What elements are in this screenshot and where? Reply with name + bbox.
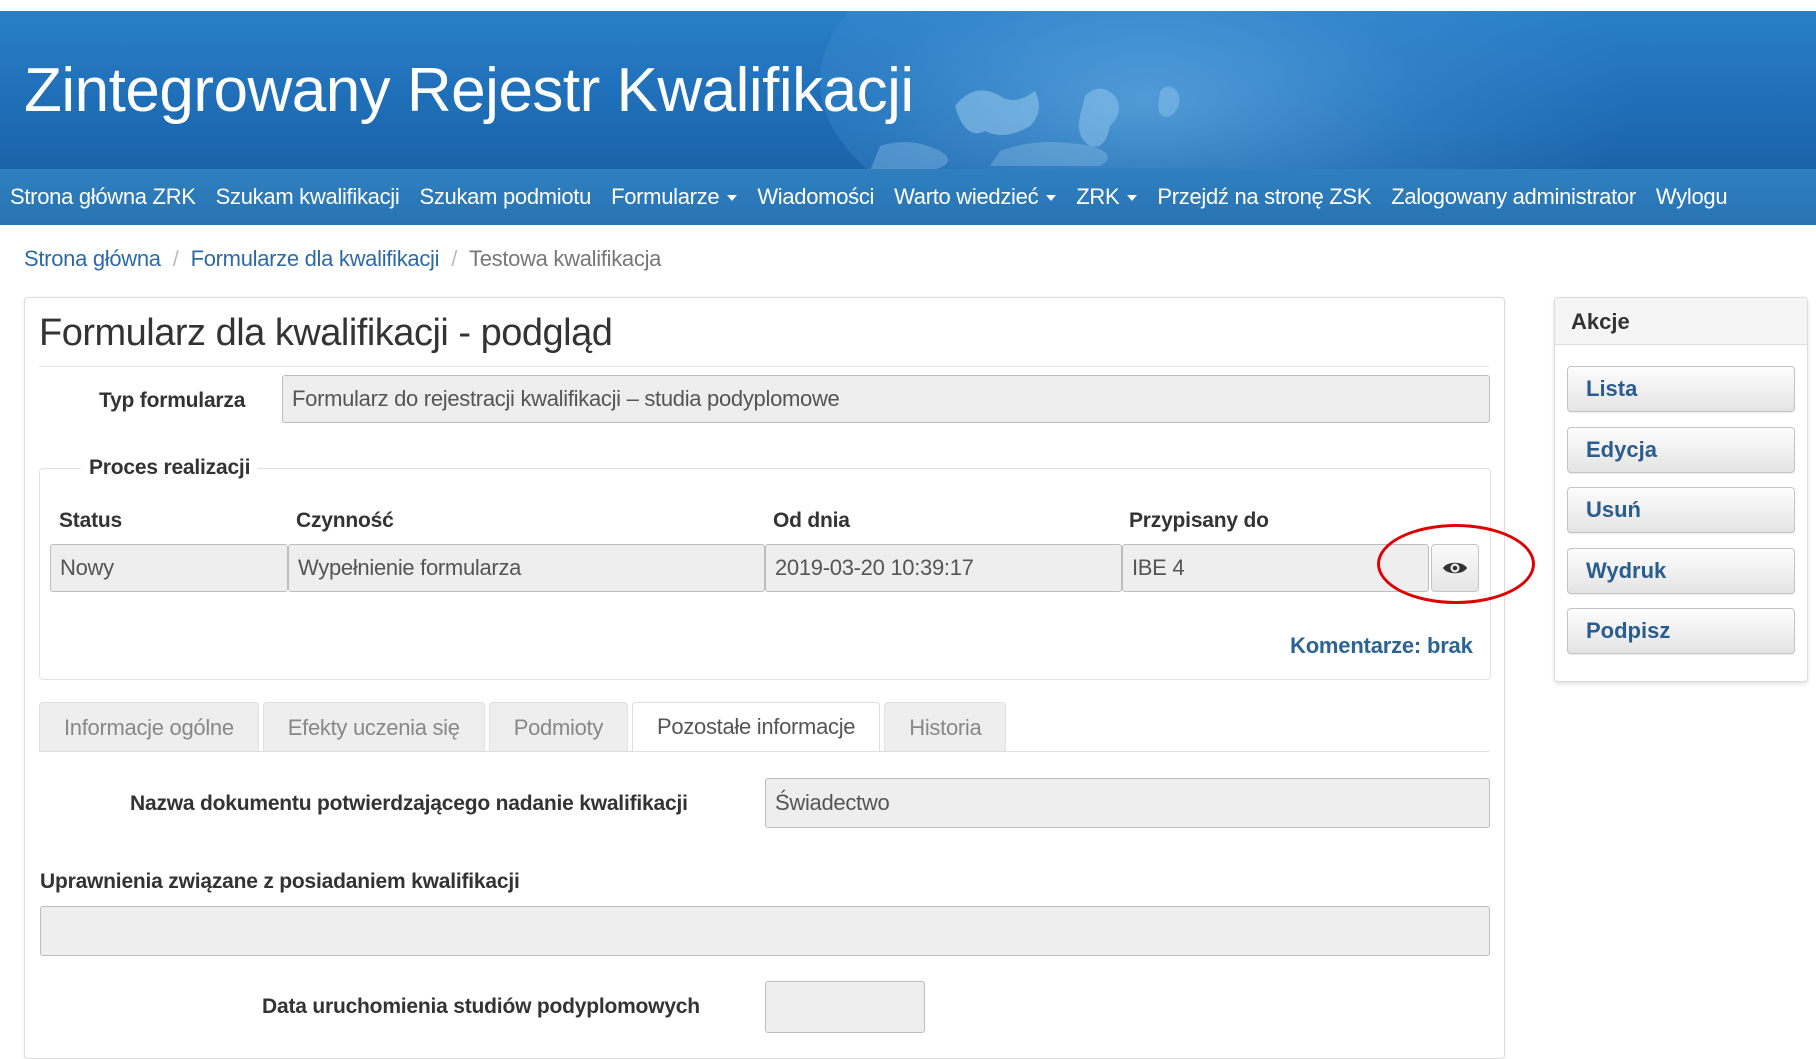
nav-search-qualifications[interactable]: Szukam kwalifikacji [206, 184, 410, 210]
tabs-divider [39, 751, 1489, 752]
print-button[interactable]: Wydruk [1567, 548, 1795, 594]
nav-messages-label: Wiadomości [757, 184, 875, 209]
breadcrumb-home-link[interactable]: Strona główna [24, 246, 161, 272]
actions-panel: Akcje Lista Edycja Usuń Wydruk Podpisz [1554, 297, 1808, 682]
form-preview-panel: Formularz dla kwalifikacji - podgląd Typ… [24, 297, 1535, 1059]
nav-go-to-zsk[interactable]: Przejdź na stronę ZSK [1147, 184, 1381, 210]
breadcrumb-forms-link[interactable]: Formularze dla kwalifikacji [191, 246, 440, 272]
nav-search-entity[interactable]: Szukam podmiotu [409, 184, 601, 210]
nav-zrk-label: ZRK [1076, 184, 1120, 209]
launch-date-field[interactable] [765, 981, 925, 1033]
nav-forms-dropdown[interactable]: Formularze [601, 184, 747, 210]
from-date-header: Od dnia [773, 509, 850, 532]
list-button[interactable]: Lista [1567, 366, 1795, 412]
actions-title: Akcje [1571, 309, 1630, 334]
tab-general-info[interactable]: Informacje ogólne [39, 702, 259, 752]
launch-date-label: Data uruchomienia studiów podyplomowych [262, 995, 700, 1018]
divider [39, 366, 1489, 367]
site-title: Zintegrowany Rejestr Kwalifikacji [24, 56, 914, 125]
nav-messages[interactable]: Wiadomości [747, 184, 884, 210]
from-date-field[interactable]: 2019-03-20 10:39:17 [765, 544, 1122, 592]
activity-header: Czynność [296, 509, 394, 532]
caret-down-icon [727, 195, 738, 201]
tab-history[interactable]: Historia [884, 702, 1007, 752]
edit-button[interactable]: Edycja [1567, 427, 1795, 473]
activity-field[interactable]: Wypełnienie formularza [288, 544, 765, 592]
nav-home[interactable]: Strona główna ZRK [0, 184, 206, 210]
rights-label: Uprawnienia związane z posiadaniem kwali… [40, 870, 520, 893]
delete-button[interactable]: Usuń [1567, 487, 1795, 533]
breadcrumb-separator: / [451, 246, 458, 271]
nav-forms-label: Formularze [611, 184, 720, 209]
nav-search-qualifications-label: Szukam kwalifikacji [215, 184, 400, 209]
doc-name-label: Nazwa dokumentu potwierdzającego nadanie… [130, 792, 688, 815]
tab-learning-outcomes[interactable]: Efekty uczenia się [262, 702, 485, 752]
page-title: Formularz dla kwalifikacji - podgląd [39, 312, 613, 354]
nav-search-entity-label: Szukam podmiotu [419, 184, 592, 209]
caret-down-icon [1127, 195, 1138, 201]
main-navbar: Strona główna ZRK Szukam kwalifikacji Sz… [0, 169, 1816, 225]
status-header: Status [59, 509, 122, 532]
site-banner: Zintegrowany Rejestr Kwalifikacji [0, 11, 1816, 169]
form-type-label: Typ formularza [99, 389, 246, 412]
nav-home-label: Strona główna ZRK [10, 184, 196, 209]
form-type-field[interactable]: Formularz do rejestracji kwalifikacji – … [282, 375, 1490, 423]
nav-zrk-dropdown[interactable]: ZRK [1066, 184, 1147, 210]
nav-logout-label: Wylogu [1655, 184, 1728, 209]
nav-logout[interactable]: Wylogu [1646, 184, 1737, 210]
nav-worth-knowing-label: Warto wiedzieć [894, 184, 1039, 209]
breadcrumb: Strona główna / Formularze dla kwalifika… [24, 246, 661, 272]
tab-other-info[interactable]: Pozostałe informacje [632, 702, 881, 752]
rights-field[interactable] [40, 906, 1490, 956]
breadcrumb-separator: / [172, 246, 179, 271]
doc-name-field[interactable]: Świadectwo [765, 778, 1490, 828]
status-field[interactable]: Nowy [50, 544, 288, 592]
top-margin [0, 0, 1816, 11]
nav-worth-knowing-dropdown[interactable]: Warto wiedzieć [884, 184, 1066, 210]
tab-entities[interactable]: Podmioty [488, 702, 629, 752]
highlight-ring [1377, 524, 1535, 604]
process-legend: Proces realizacji [81, 456, 259, 480]
breadcrumb-current: Testowa kwalifikacja [469, 246, 662, 271]
caret-down-icon [1046, 195, 1057, 201]
assigned-to-header: Przypisany do [1129, 509, 1269, 532]
nav-logged-user[interactable]: Zalogowany administrator [1381, 184, 1646, 210]
comments-link[interactable]: Komentarze: brak [1290, 633, 1473, 659]
actions-header: Akcje [1555, 298, 1807, 345]
nav-logged-user-label: Zalogowany administrator [1391, 184, 1636, 209]
nav-go-to-zsk-label: Przejdź na stronę ZSK [1157, 184, 1372, 209]
tab-bar: Informacje ogólne Efekty uczenia się Pod… [39, 702, 1010, 752]
sign-button[interactable]: Podpisz [1567, 608, 1795, 654]
